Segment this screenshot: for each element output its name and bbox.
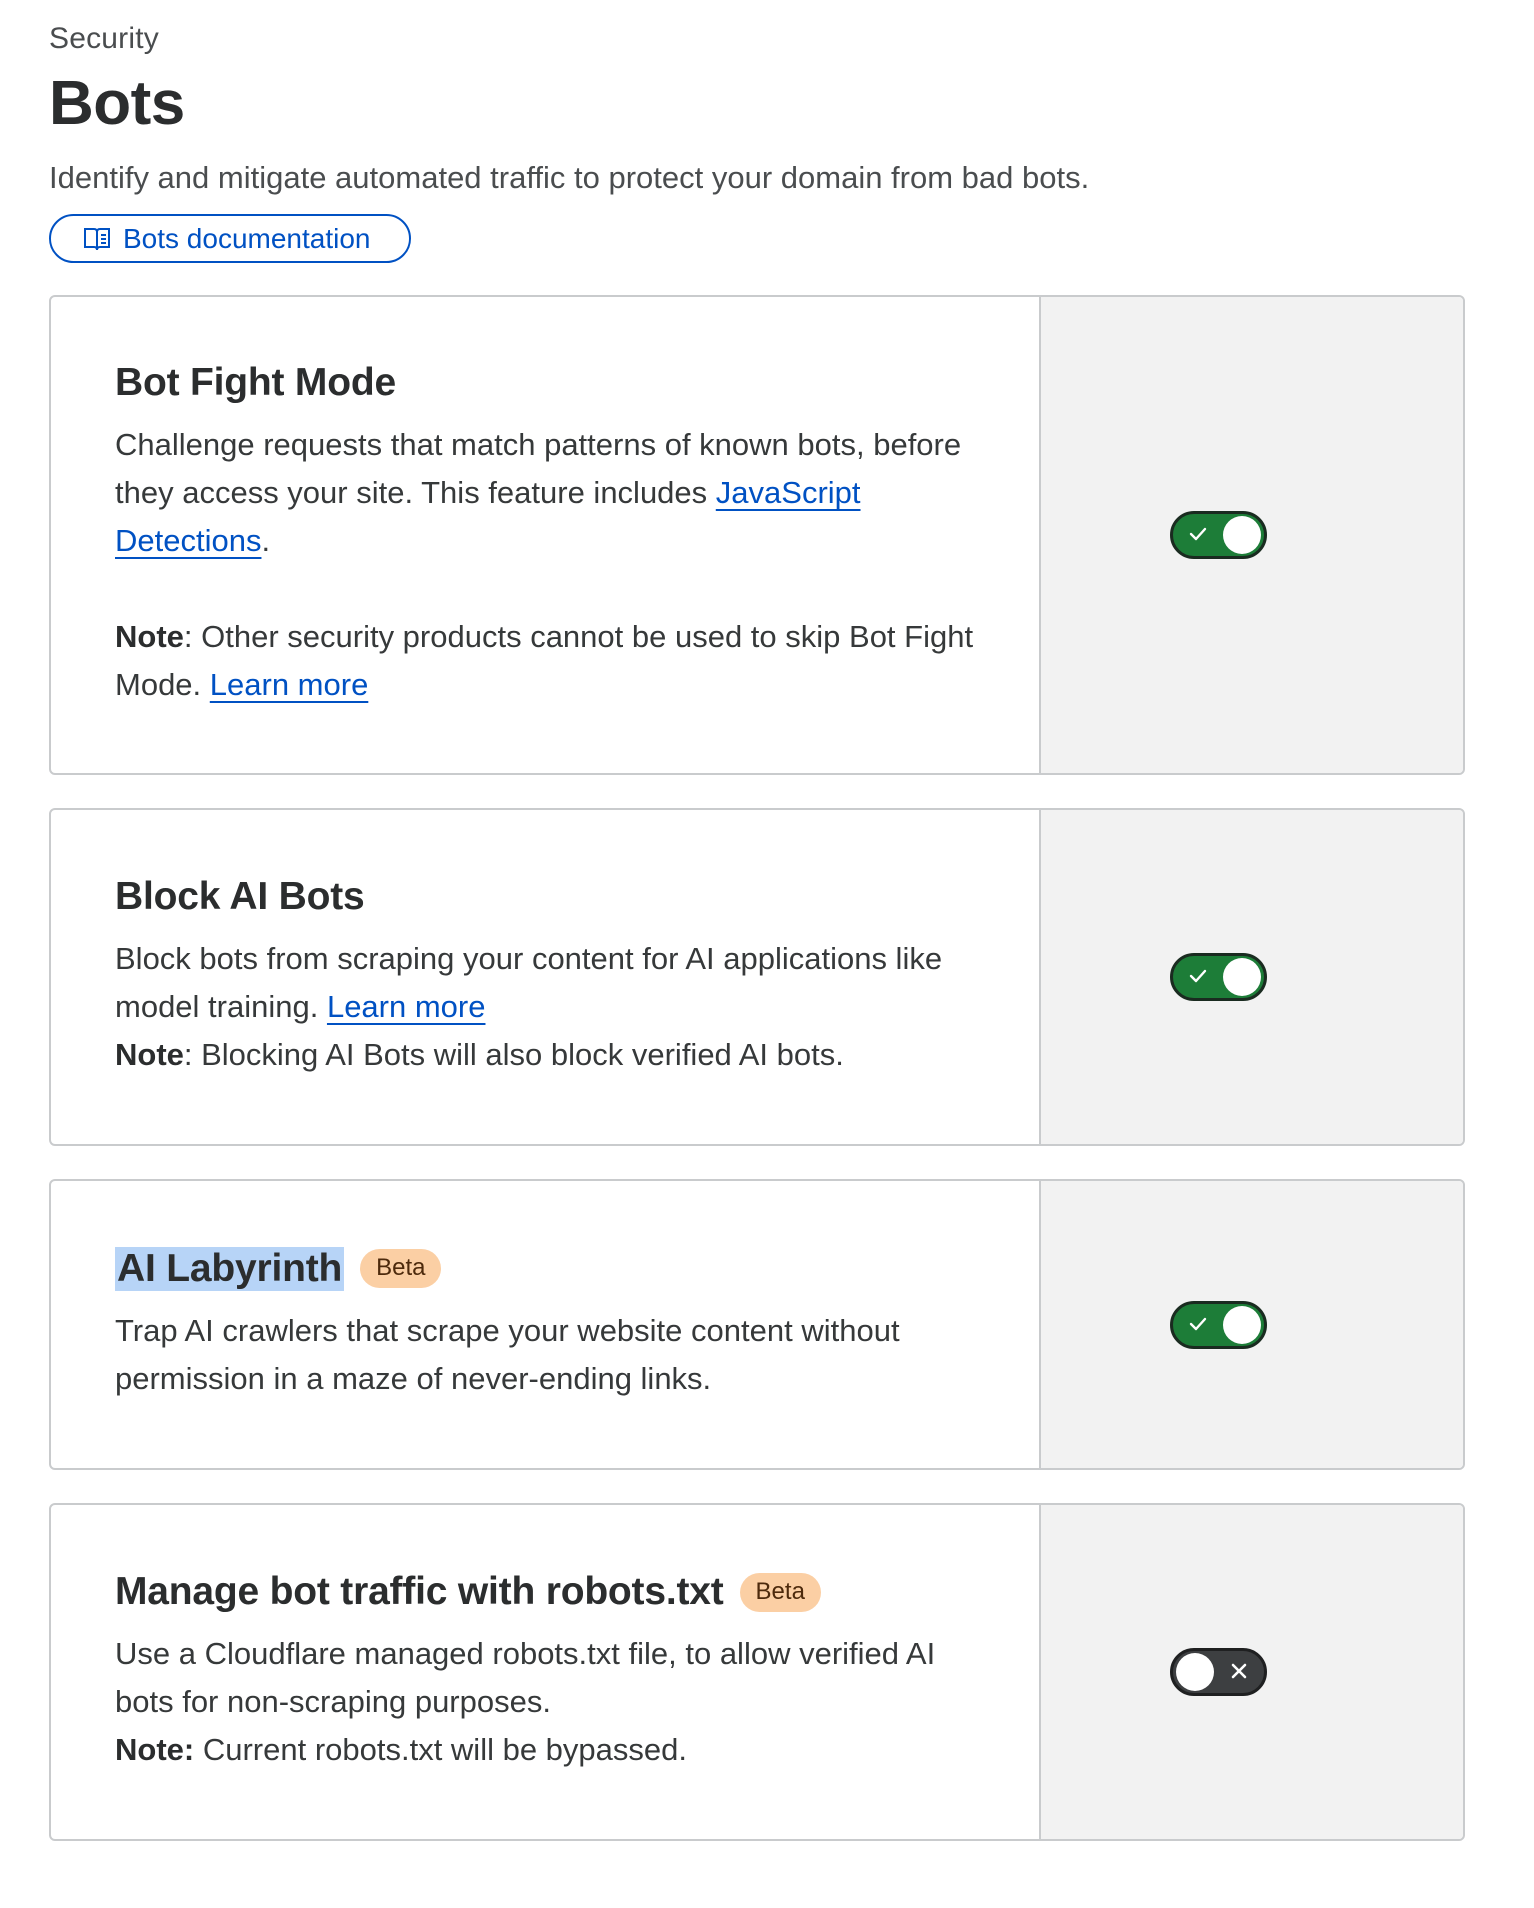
robots-txt-toggle-panel [1041, 1505, 1463, 1839]
note-label: Note: [115, 1732, 195, 1767]
page-title: Bots [49, 69, 185, 138]
beta-badge: Beta [360, 1249, 442, 1288]
card-title-row: Block AI Bots [115, 875, 979, 919]
ai-labyrinth-card: AI Labyrinth Beta Trap AI crawlers that … [49, 1179, 1465, 1470]
ai-labyrinth-toggle-panel [1041, 1181, 1463, 1468]
note-label: Note [115, 619, 184, 654]
robots-txt-card: Manage bot traffic with robots.txt Beta … [49, 1503, 1465, 1841]
beta-badge: Beta [739, 1572, 821, 1612]
ai-labyrinth-description: Trap AI crawlers that scrape your websit… [115, 1312, 900, 1396]
block-ai-bots-title: Block AI Bots [115, 875, 365, 918]
robots-txt-title: Manage bot traffic with robots.txt [115, 1570, 724, 1613]
ai-labyrinth-content: AI Labyrinth Beta Trap AI crawlers that … [51, 1181, 1041, 1468]
toggle-knob [1222, 958, 1261, 996]
note-text: Current robots.txt will be bypassed. [194, 1732, 687, 1767]
bot-fight-mode-toggle[interactable] [1169, 511, 1267, 559]
block-ai-bots-content: Block AI Bots Block bots from scraping y… [51, 810, 1041, 1144]
learn-more-link[interactable]: Learn more [210, 667, 369, 702]
card-title-row: AI Labyrinth Beta [115, 1246, 979, 1291]
block-ai-bots-toggle[interactable] [1169, 953, 1267, 1001]
card-title-row: Manage bot traffic with robots.txt Beta [115, 1570, 979, 1614]
card-title-row: Bot Fight Mode [115, 361, 979, 405]
block-ai-bots-card: Block AI Bots Block bots from scraping y… [49, 808, 1465, 1146]
toggle-knob [1222, 516, 1261, 554]
page-subtitle: Identify and mitigate automated traffic … [49, 160, 1090, 195]
toggle-knob [1175, 1653, 1214, 1691]
block-ai-bots-description: Block bots from scraping your content fo… [115, 935, 979, 1079]
learn-more-link[interactable]: Learn more [327, 989, 486, 1024]
note-label: Note [115, 1037, 184, 1072]
bot-fight-mode-title: Bot Fight Mode [115, 361, 396, 404]
bot-fight-mode-note: Note: Other security products cannot be … [115, 613, 979, 709]
close-icon [1228, 1660, 1250, 1682]
bot-fight-mode-card: Bot Fight Mode Challenge requests that m… [49, 295, 1465, 775]
bots-documentation-label: Bots documentation [123, 222, 371, 254]
robots-txt-toggle[interactable] [1169, 1648, 1267, 1696]
block-ai-bots-toggle-panel [1041, 810, 1463, 1144]
check-icon [1187, 523, 1209, 545]
description-text: Block bots from scraping your content fo… [115, 941, 943, 1024]
check-icon [1187, 1313, 1209, 1335]
breadcrumb[interactable]: Security [49, 22, 159, 56]
description-end: . [261, 523, 271, 558]
toggle-knob [1222, 1305, 1261, 1344]
bot-fight-mode-description: Challenge requests that match patterns o… [115, 421, 979, 565]
book-icon [83, 226, 111, 252]
bot-fight-mode-content: Bot Fight Mode Challenge requests that m… [51, 297, 1041, 773]
bots-page: Security Bots Identify and mitigate auto… [0, 0, 1534, 1908]
check-icon [1187, 965, 1209, 987]
robots-txt-description: Use a Cloudflare managed robots.txt file… [115, 1630, 979, 1774]
note-text: : Blocking AI Bots will also block verif… [183, 1037, 844, 1072]
description-text: Use a Cloudflare managed robots.txt file… [115, 1636, 936, 1719]
ai-labyrinth-title: AI Labyrinth [115, 1246, 345, 1291]
ai-labyrinth-toggle[interactable] [1169, 1300, 1267, 1349]
bots-documentation-button[interactable]: Bots documentation [49, 214, 411, 263]
robots-txt-content: Manage bot traffic with robots.txt Beta … [51, 1505, 1041, 1839]
bot-fight-mode-toggle-panel [1041, 297, 1463, 773]
